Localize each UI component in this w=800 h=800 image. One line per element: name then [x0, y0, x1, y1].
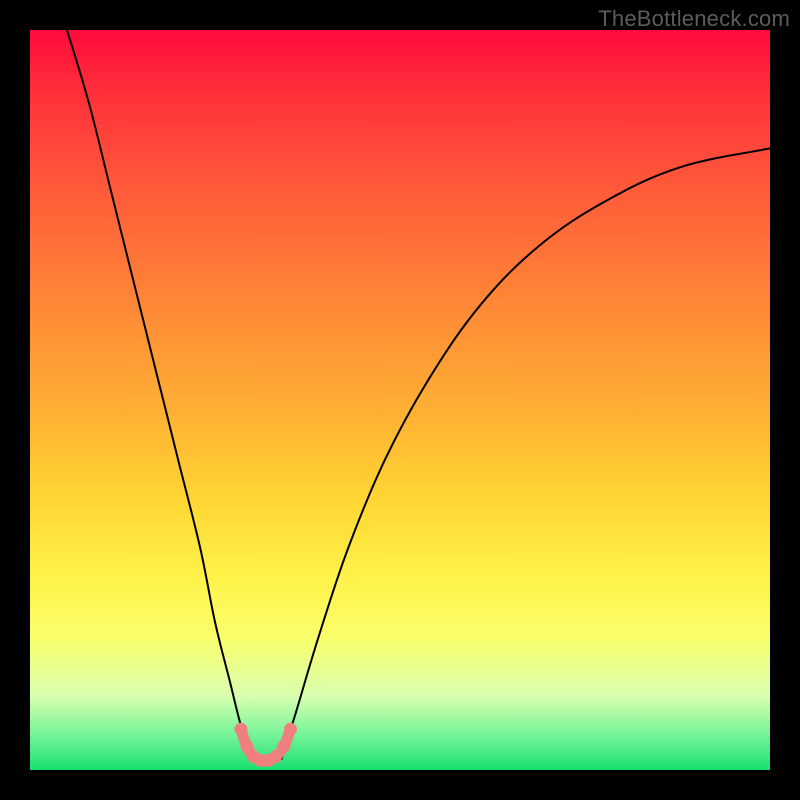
plot-area: [30, 30, 770, 770]
series-marker: [269, 750, 282, 763]
series-marker: [284, 723, 297, 736]
watermark-text: TheBottleneck.com: [598, 6, 790, 32]
series-curve-left: [67, 30, 252, 759]
chart-svg: [30, 30, 770, 770]
series-marker: [277, 740, 290, 753]
series-curve-right: [282, 148, 770, 759]
series-marker: [234, 723, 247, 736]
